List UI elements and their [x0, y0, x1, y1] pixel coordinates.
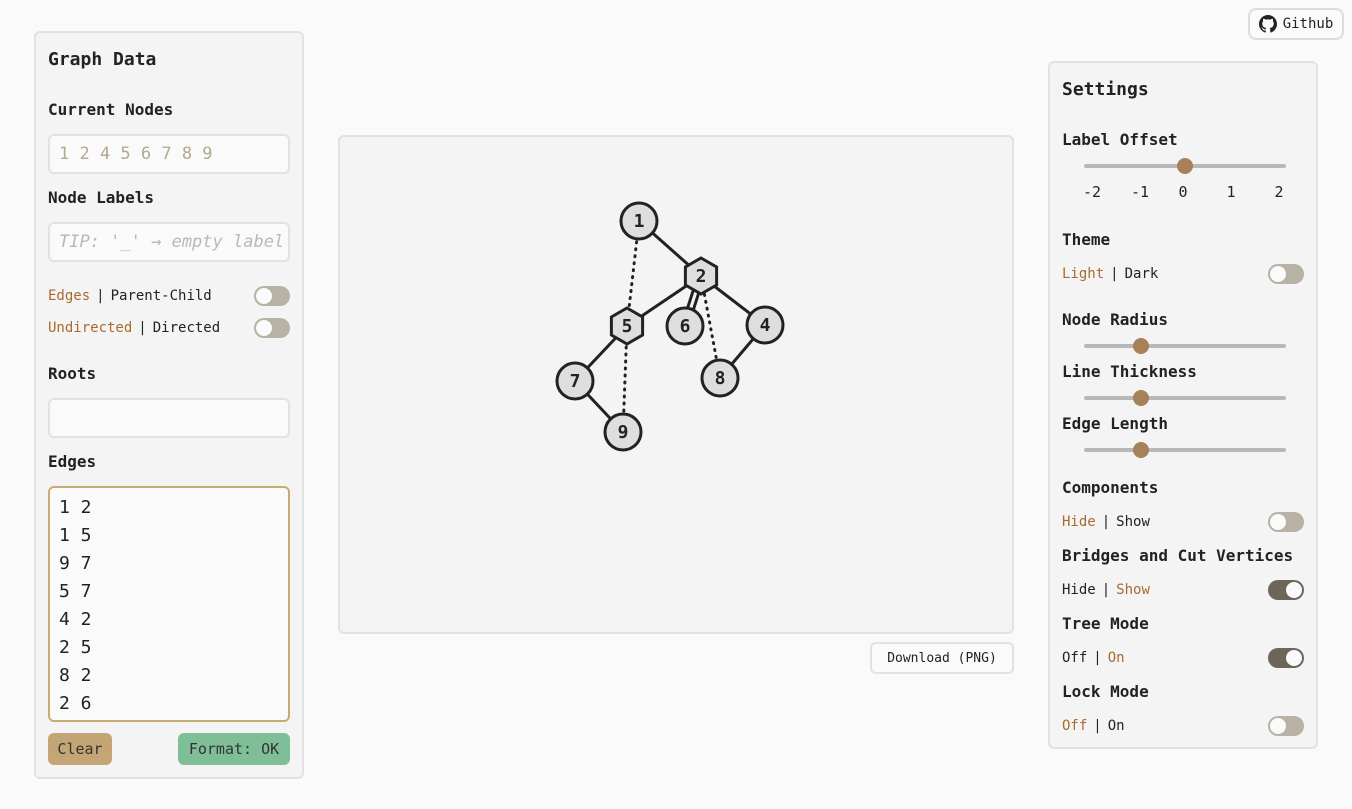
- lock-mode-toggle-row: Off | On: [1062, 716, 1304, 736]
- lock-mode-label: Lock Mode: [1062, 682, 1149, 701]
- tree-off-option: Off: [1062, 650, 1088, 666]
- github-button[interactable]: Github: [1248, 8, 1344, 40]
- edge-line: 8 2: [59, 665, 92, 686]
- edge-length-label: Edge Length: [1062, 414, 1168, 433]
- edge-length-thumb[interactable]: [1132, 442, 1149, 458]
- theme-toggle-row: Light | Dark: [1062, 264, 1304, 284]
- node-labels-label: Node Labels: [48, 188, 154, 207]
- graph-node-label: 2: [696, 266, 707, 287]
- github-label: Github: [1282, 16, 1334, 32]
- edges-mode-switch[interactable]: [254, 286, 290, 306]
- edge-line: 2 5: [59, 637, 92, 658]
- settings-panel: Settings Label Offset -2 -1 0 1 2 Theme …: [1048, 61, 1318, 749]
- node-labels-input[interactable]: TIP: '_' → empty label: [48, 222, 290, 262]
- edge-line: 2 6: [59, 693, 92, 714]
- tick-label: -2: [1082, 183, 1102, 201]
- bridges-toggle-row: Hide | Show: [1062, 580, 1304, 600]
- tree-mode-label: Tree Mode: [1062, 614, 1149, 633]
- graph-node-label: 9: [618, 422, 629, 443]
- directed-option: Directed: [152, 320, 221, 336]
- edge-line: 4 2: [59, 609, 92, 630]
- node-radius-slider[interactable]: [1084, 336, 1286, 356]
- bridges-label: Bridges and Cut Vertices: [1062, 546, 1294, 565]
- panel-title: Graph Data: [48, 49, 157, 70]
- lock-mode-switch[interactable]: [1268, 716, 1304, 736]
- graph-canvas[interactable]: 1 2 4 5 6 7 8 9: [338, 135, 1014, 634]
- components-switch[interactable]: [1268, 512, 1304, 532]
- direction-toggle-row: Undirected | Directed: [48, 318, 290, 338]
- edge-line: 9 7: [59, 553, 92, 574]
- tree-mode-toggle-row: Off | On: [1062, 648, 1304, 668]
- edges-mode-toggle-row: Edges | Parent-Child: [48, 286, 290, 306]
- tick-label: 1: [1226, 183, 1236, 201]
- lock-on-option: On: [1107, 718, 1125, 734]
- edges-textarea[interactable]: 1 2 1 5 9 7 5 7 4 2 2 5 8 2 2 6: [48, 486, 290, 722]
- direction-switch[interactable]: [254, 318, 290, 338]
- tick-label: 0: [1178, 183, 1188, 201]
- github-icon: [1258, 15, 1277, 33]
- dark-option: Dark: [1124, 266, 1159, 282]
- tick-label: -1: [1130, 183, 1150, 201]
- graph-node-label: 6: [680, 316, 691, 337]
- clear-button[interactable]: Clear: [48, 733, 112, 765]
- tree-on-option: On: [1107, 650, 1125, 666]
- edge-line: 1 5: [59, 525, 92, 546]
- current-nodes-input[interactable]: 1 2 4 5 6 7 8 9: [48, 134, 290, 174]
- edges-option: Edges: [48, 288, 91, 304]
- graph-node-label: 8: [715, 368, 726, 389]
- roots-label: Roots: [48, 364, 97, 383]
- graph-node-label: 7: [570, 371, 581, 392]
- node-radius-thumb[interactable]: [1132, 338, 1149, 354]
- label-offset-label: Label Offset: [1062, 130, 1178, 149]
- theme-label: Theme: [1062, 230, 1111, 249]
- tree-mode-switch[interactable]: [1268, 648, 1304, 668]
- tick-label: 2: [1274, 183, 1284, 201]
- undirected-option: Undirected: [48, 320, 133, 336]
- line-thickness-slider[interactable]: [1084, 388, 1286, 408]
- graph-node-label: 1: [634, 211, 645, 232]
- current-nodes-label: Current Nodes: [48, 100, 174, 119]
- label-offset-slider[interactable]: [1084, 156, 1286, 176]
- lock-off-option: Off: [1062, 718, 1088, 734]
- settings-title: Settings: [1062, 79, 1149, 100]
- graph-data-panel: Graph Data Current Nodes 1 2 4 5 6 7 8 9…: [34, 31, 304, 779]
- graph-node-label: 4: [760, 315, 771, 336]
- line-thickness-thumb[interactable]: [1132, 390, 1149, 406]
- components-hide-option: Hide: [1062, 514, 1096, 530]
- format-status-button[interactable]: Format: OK: [178, 733, 290, 765]
- light-option: Light: [1062, 266, 1105, 282]
- download-png-button[interactable]: Download (PNG): [870, 642, 1014, 674]
- bridges-hide-option: Hide: [1062, 582, 1096, 598]
- graph-node-label: 5: [622, 316, 633, 337]
- graph-svg: 1 2 4 5 6 7 8 9: [555, 201, 785, 452]
- node-radius-label: Node Radius: [1062, 310, 1168, 329]
- roots-input[interactable]: [48, 398, 290, 438]
- parent-child-option: Parent-Child: [110, 288, 212, 304]
- line-thickness-label: Line Thickness: [1062, 362, 1197, 381]
- bridges-switch[interactable]: [1268, 580, 1304, 600]
- edge-length-slider[interactable]: [1084, 440, 1286, 460]
- edge-line: 5 7: [59, 581, 92, 602]
- edge-line: 1 2: [59, 497, 92, 518]
- label-offset-thumb[interactable]: [1177, 158, 1193, 174]
- components-label: Components: [1062, 478, 1159, 497]
- components-toggle-row: Hide | Show: [1062, 512, 1304, 532]
- edges-label: Edges: [48, 452, 97, 471]
- theme-switch[interactable]: [1268, 264, 1304, 284]
- components-show-option: Show: [1116, 514, 1150, 530]
- bridges-show-option: Show: [1116, 582, 1150, 598]
